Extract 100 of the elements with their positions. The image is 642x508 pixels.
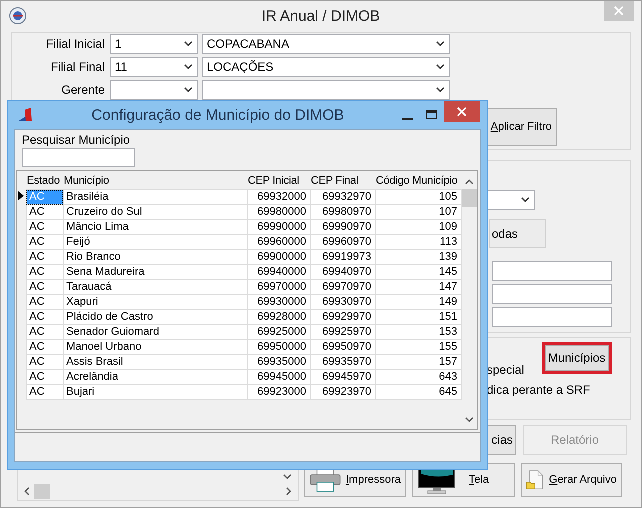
text-field[interactable] (492, 284, 612, 304)
table-cell: AC (26, 384, 63, 400)
logo-icon (9, 7, 27, 25)
chevron-icon (184, 87, 193, 93)
table-cell: 69935970 (310, 354, 375, 370)
column-header[interactable]: Município (63, 173, 247, 190)
table-cell: 107 (375, 204, 461, 220)
table-cell: Xapuri (63, 294, 247, 310)
table-cell: 69960970 (310, 234, 375, 250)
table-cell: Rio Branco (63, 250, 247, 264)
search-label: Pesquisar Município (22, 133, 130, 147)
scroll-up-icon[interactable] (464, 179, 474, 185)
table-cell: 69960000 (247, 234, 310, 250)
table-cell: 69925000 (247, 324, 310, 340)
field-label: Gerente (60, 83, 106, 97)
chevron-icon (184, 41, 193, 47)
table-cell: 69970970 (310, 280, 375, 294)
table-cell: 69932000 (247, 190, 310, 204)
table-cell: Assis Brasil (63, 354, 247, 370)
table-cell: 69940970 (310, 264, 375, 280)
table-cell: Mâncio Lima (63, 220, 247, 234)
option-label: dica perante a SRF (487, 383, 592, 397)
table-cell: AC (26, 354, 63, 370)
table-cell: 69945000 (247, 370, 310, 384)
close-button[interactable] (444, 101, 480, 122)
scroll-right-icon[interactable] (286, 487, 292, 496)
combo-box[interactable]: 1 (110, 34, 198, 54)
table-cell: 69900000 (247, 250, 310, 264)
table-cell: 69970000 (247, 280, 310, 294)
table-cell: AC (26, 370, 63, 384)
close-icon (614, 6, 624, 16)
table-cell: Sena Madureira (63, 264, 247, 280)
column-header[interactable]: Código Município (375, 173, 461, 190)
table-cell: Acrelândia (63, 370, 247, 384)
table-cell: Tarauacá (63, 280, 247, 294)
all-button[interactable]: odas (489, 219, 546, 248)
scroll-thumb[interactable] (462, 189, 476, 207)
chevron-icon (436, 41, 445, 47)
table-cell: 69935000 (247, 354, 310, 370)
combo-box[interactable]: COPACABANA (202, 34, 450, 54)
table-cell: AC (26, 190, 63, 204)
text-field[interactable] (492, 261, 612, 281)
table-cell: Senador Guiomard (63, 324, 247, 340)
close-icon (457, 106, 467, 116)
table-cell: 105 (375, 190, 461, 204)
table-cell: 69945970 (310, 370, 375, 384)
field-label: Filial Inicial (45, 37, 106, 51)
table-cell: 157 (375, 354, 461, 370)
table-cell: 69932970 (310, 190, 375, 204)
column-header[interactable]: CEP Final (310, 173, 375, 190)
table-cell: AC (26, 250, 63, 264)
table-cell: 145 (375, 264, 461, 280)
table-cell: 645 (375, 384, 461, 400)
table-cell: 149 (375, 294, 461, 310)
combo-box[interactable]: 11 (110, 57, 198, 77)
column-header[interactable]: Estado (26, 173, 63, 190)
field-label: Filial Final (50, 60, 106, 74)
table-cell: 69929970 (310, 310, 375, 324)
table-cell: 151 (375, 310, 461, 324)
text-field[interactable] (492, 307, 612, 327)
table-cell: Plácido de Castro (63, 310, 247, 324)
search-field[interactable] (22, 148, 135, 167)
scroll-left-icon[interactable] (24, 487, 30, 496)
table-cell: AC (26, 340, 63, 354)
combo-box[interactable] (110, 80, 198, 100)
table-cell: 69940000 (247, 264, 310, 280)
table-cell: 643 (375, 370, 461, 384)
output-button[interactable]: Gerar Arquivo (521, 463, 622, 497)
table-cell: 69930000 (247, 294, 310, 310)
scroll-down-icon[interactable] (464, 417, 474, 423)
table-cell: Bujari (63, 384, 247, 400)
column-header[interactable]: CEP Inicial (247, 173, 310, 190)
table-cell: 69980000 (247, 204, 310, 220)
table-cell: Feijó (63, 234, 247, 250)
table-cell: 109 (375, 220, 461, 234)
chevron-icon (184, 64, 193, 70)
table-cell: 69950970 (310, 340, 375, 354)
table-cell: AC (26, 280, 63, 294)
table-cell: AC (26, 220, 63, 234)
combo-box[interactable] (202, 80, 450, 100)
row-pointer-icon (18, 190, 24, 200)
chevron-icon (436, 64, 445, 70)
table-cell: 69923000 (247, 384, 310, 400)
table-cell: 147 (375, 280, 461, 294)
combo-box[interactable]: LOCAÇÕES (202, 57, 450, 77)
table-cell: AC (26, 264, 63, 280)
option-label: special (487, 363, 526, 377)
table-cell: Brasiléia (63, 190, 247, 204)
dialog-title: Configuração de Município do DIMOB (90, 106, 346, 124)
action-button[interactable]: cias (486, 425, 516, 455)
table-cell: 69990970 (310, 220, 375, 234)
table-cell: 69980970 (310, 204, 375, 220)
table-cell: 69923970 (310, 384, 375, 400)
table-cell: 69950000 (247, 340, 310, 354)
minimize-icon (402, 118, 412, 120)
window-title: IR Anual / DIMOB (262, 8, 380, 25)
maximize-icon (426, 110, 436, 120)
municipios-button[interactable]: Municípios (545, 345, 609, 371)
scroll-thumb[interactable] (34, 484, 50, 499)
apply-filter-button[interactable]: Aplicar Filtro (485, 108, 557, 146)
